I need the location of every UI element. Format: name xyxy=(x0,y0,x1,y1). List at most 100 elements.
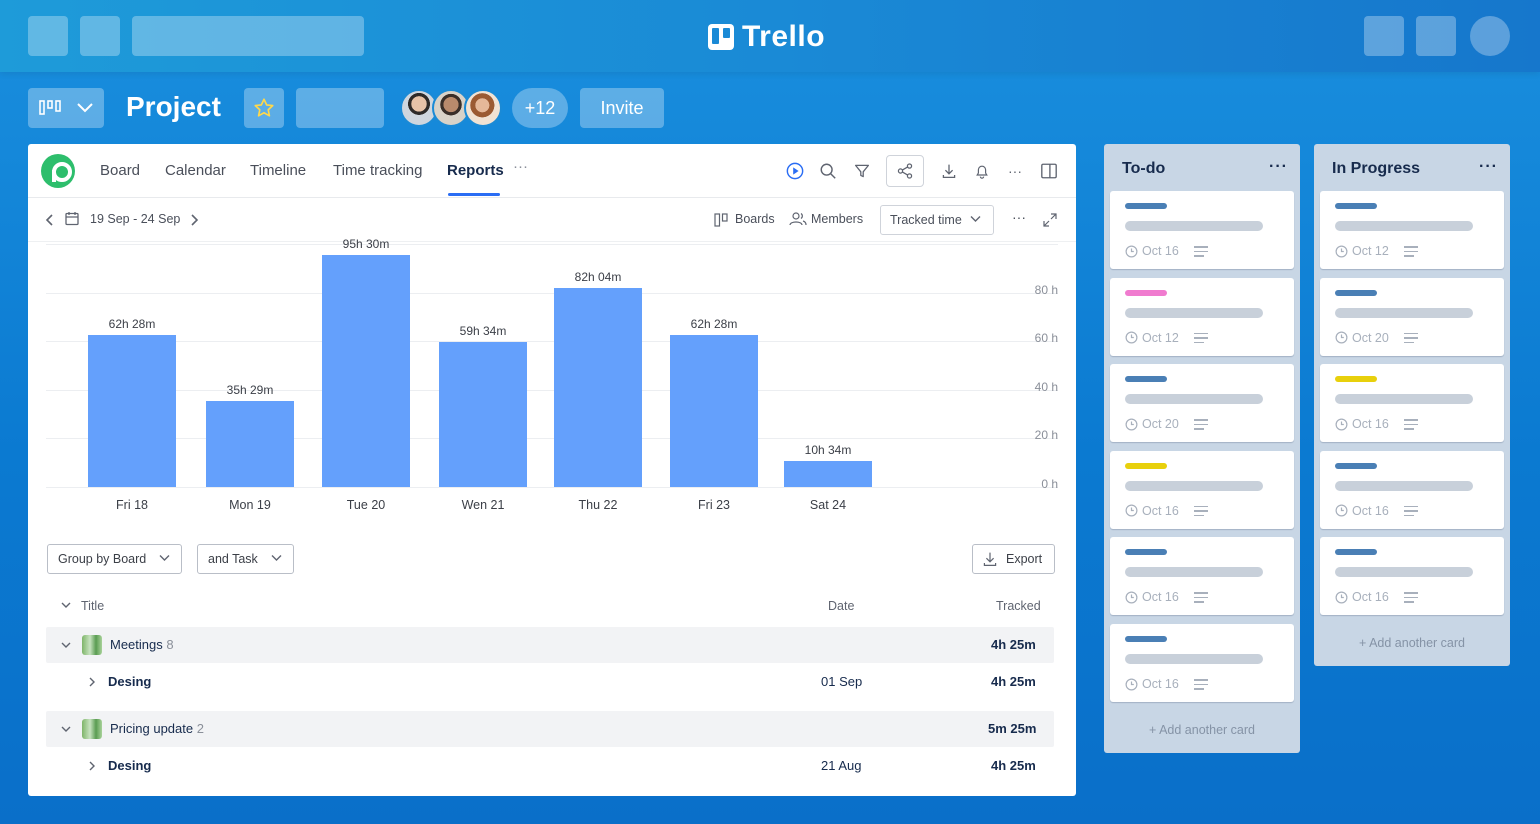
then-by-select[interactable]: and Task xyxy=(197,544,294,574)
clock-icon xyxy=(1125,418,1138,431)
bar-data-label: 35h 29m xyxy=(226,382,274,397)
card-due-date: Oct 16 xyxy=(1125,244,1179,258)
card[interactable]: Oct 16 xyxy=(1110,537,1294,616)
chart-bar[interactable] xyxy=(784,461,872,487)
card[interactable]: Oct 16 xyxy=(1110,624,1294,702)
task-tracked: 4h 25m xyxy=(991,758,1036,773)
list-title[interactable]: In Progress xyxy=(1332,160,1420,178)
card[interactable]: Oct 16 xyxy=(1110,450,1294,529)
card[interactable]: Oct 12 xyxy=(1320,191,1504,269)
boards-filter[interactable]: Boards xyxy=(735,212,775,226)
chart-bar[interactable] xyxy=(439,342,527,487)
task-name[interactable]: Desing xyxy=(108,674,151,689)
description-icon xyxy=(1194,332,1208,347)
member-avatars[interactable] xyxy=(400,89,502,127)
more-tabs-button[interactable]: ··· xyxy=(513,158,528,175)
board-view-switcher[interactable] xyxy=(28,88,104,128)
group-by-select[interactable]: Group by Board xyxy=(47,544,182,574)
report-more-button[interactable]: ··· xyxy=(1012,209,1026,225)
clock-icon xyxy=(1335,331,1348,344)
expand-icon[interactable] xyxy=(1043,213,1057,227)
description-icon xyxy=(1194,679,1208,693)
table-group-row[interactable] xyxy=(46,627,1054,663)
workspace-button[interactable] xyxy=(296,88,384,128)
chart-bar[interactable] xyxy=(554,287,642,487)
board-title[interactable]: Project xyxy=(126,91,221,123)
boards-search[interactable] xyxy=(132,16,364,56)
description-icon xyxy=(1194,419,1208,433)
trello-logo[interactable]: Trello xyxy=(708,19,825,55)
chevron-left-icon[interactable] xyxy=(45,214,55,226)
more-options-icon[interactable]: ··· xyxy=(1004,160,1026,182)
create-button[interactable] xyxy=(1364,16,1404,56)
download-icon[interactable] xyxy=(938,160,960,182)
collapse-all-icon[interactable] xyxy=(61,602,71,609)
metric-select[interactable]: Tracked time xyxy=(880,205,994,235)
members-filter[interactable]: Members xyxy=(811,212,863,226)
chevron-right-icon[interactable] xyxy=(89,677,96,687)
card[interactable]: Oct 20 xyxy=(1320,277,1504,356)
card[interactable]: Oct 16 xyxy=(1320,537,1504,616)
chevron-right-icon[interactable] xyxy=(189,214,199,226)
card[interactable]: Oct 16 xyxy=(1320,450,1504,529)
card[interactable]: Oct 20 xyxy=(1110,364,1294,443)
chevron-right-icon[interactable] xyxy=(89,761,96,771)
sidebar-toggle-icon[interactable] xyxy=(1038,160,1060,182)
date-range[interactable]: 19 Sep - 24 Sep xyxy=(90,212,180,226)
chart-bar[interactable] xyxy=(206,400,294,487)
card-title-placeholder xyxy=(1125,567,1263,578)
tab-board[interactable]: Board xyxy=(100,162,140,179)
share-button[interactable] xyxy=(886,155,924,187)
share-icon xyxy=(897,163,913,179)
card-label xyxy=(1335,376,1377,383)
chart-gridline xyxy=(46,487,1058,488)
card-title-placeholder xyxy=(1335,394,1473,405)
tab-timeline[interactable]: Timeline xyxy=(250,162,306,179)
star-board-button[interactable] xyxy=(244,88,284,128)
column-tracked[interactable]: Tracked xyxy=(996,599,1041,613)
bell-icon[interactable] xyxy=(971,160,993,182)
description-icon xyxy=(1194,246,1208,260)
avatar[interactable] xyxy=(464,89,502,127)
card-due-date: Oct 20 xyxy=(1335,331,1389,345)
timetracker-logo-icon[interactable] xyxy=(41,154,75,188)
add-card-button[interactable]: + Add another card xyxy=(1104,723,1300,737)
search-icon[interactable] xyxy=(817,160,839,182)
invite-button[interactable]: Invite xyxy=(580,88,664,128)
chevron-down-icon[interactable] xyxy=(61,726,71,733)
card[interactable]: Oct 16 xyxy=(1110,191,1294,269)
bar-data-label: 82h 04m xyxy=(574,269,622,284)
apps-button[interactable] xyxy=(28,16,68,56)
card[interactable]: Oct 16 xyxy=(1320,364,1504,443)
chart-bar[interactable] xyxy=(88,335,176,487)
list-menu-icon[interactable]: ··· xyxy=(1479,158,1498,176)
user-avatar[interactable] xyxy=(1470,16,1510,56)
list-menu-icon[interactable]: ··· xyxy=(1269,158,1288,176)
column-date[interactable]: Date xyxy=(828,599,854,613)
more-members-badge[interactable]: +12 xyxy=(512,88,568,128)
home-button[interactable] xyxy=(80,16,120,56)
group-name: Meetings 8 xyxy=(110,637,174,652)
export-button[interactable]: Export xyxy=(972,544,1055,574)
filter-icon[interactable] xyxy=(851,160,873,182)
card[interactable]: Oct 12 xyxy=(1110,277,1294,356)
card-title-placeholder xyxy=(1335,480,1473,491)
chart-bar[interactable] xyxy=(322,254,410,487)
chart-gridline xyxy=(46,243,1058,245)
tab-reports[interactable]: Reports xyxy=(447,162,504,179)
y-tick-label: 0 h xyxy=(1041,477,1058,491)
add-card-button[interactable]: + Add another card xyxy=(1314,636,1510,650)
column-title[interactable]: Title xyxy=(81,599,104,613)
y-tick-label: 40 h xyxy=(1034,379,1058,394)
notifications-button[interactable] xyxy=(1416,16,1456,56)
list-title[interactable]: To-do xyxy=(1122,160,1165,178)
panel-nav: Board Calendar Timeline Time tracking Re… xyxy=(28,144,1076,198)
x-tick-label: Fri 18 xyxy=(116,498,148,512)
tab-calendar[interactable]: Calendar xyxy=(165,162,226,179)
play-icon[interactable] xyxy=(784,160,806,182)
chevron-down-icon[interactable] xyxy=(61,642,71,649)
task-name[interactable]: Desing xyxy=(108,758,151,773)
y-tick-label: 20 h xyxy=(1034,428,1058,443)
chart-bar[interactable] xyxy=(670,335,758,487)
tab-time-tracking[interactable]: Time tracking xyxy=(333,162,422,179)
